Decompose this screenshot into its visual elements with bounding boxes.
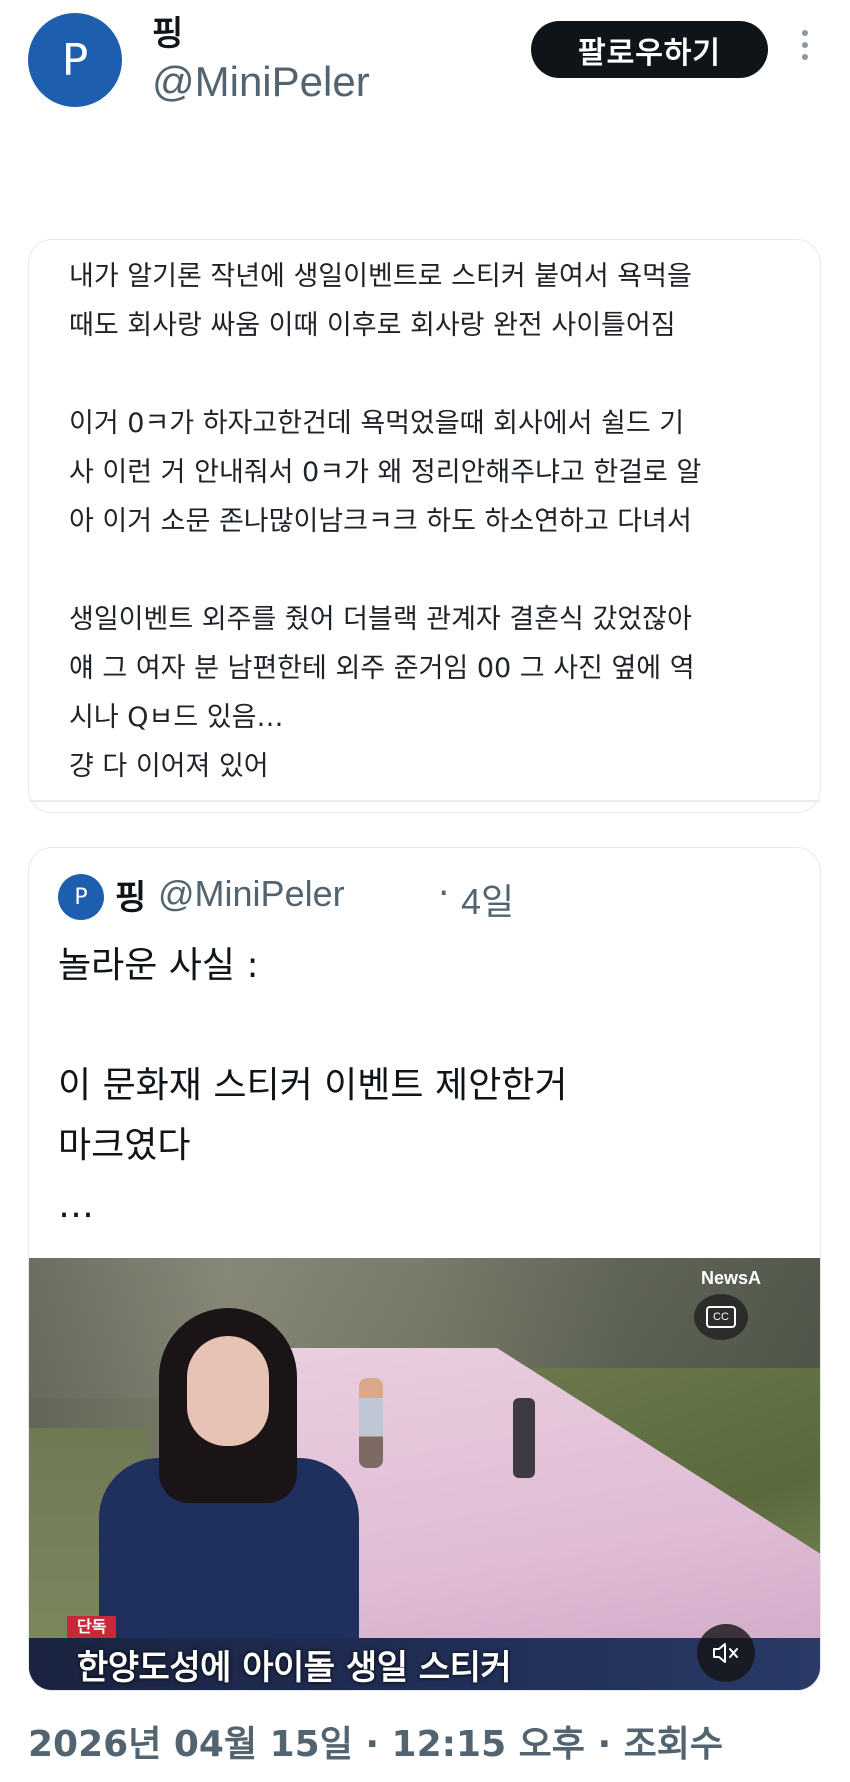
- news-anchor-face: [187, 1336, 269, 1446]
- news-channel-logo: NewsA: [701, 1268, 762, 1288]
- text-line: 때도 회사랑 싸움 이때 이후로 회사랑 완전 사이틀어짐: [69, 310, 676, 341]
- text-line: 시나 Qㅂ드 있음…: [69, 702, 284, 733]
- chyron-tag: 단독: [67, 1616, 117, 1638]
- quoted-text-line: 놀라운 사실 :: [58, 945, 259, 986]
- quoted-text-line: …: [58, 1185, 94, 1226]
- text-image-content: 내가 알기론 작년에 생일이벤트로 스티커 붙여서 욕먹을 때도 회사랑 싸움 …: [69, 252, 789, 791]
- quoted-tweet[interactable]: P 핑 @MiniPeler · 4일 놀라운 사실 : 이 문화재 스티커 이…: [28, 847, 821, 1691]
- text-line: 사 이런 거 안내줘서 0ㅋ가 왜 정리안해주냐고 한걸로 알: [69, 457, 702, 488]
- chyron-headline: 한양도성에 아이돌 생일 스티커: [77, 1648, 512, 1688]
- text-line: 이거 0ㅋ가 하자고한건데 욕먹었을때 회사에서 쉴드 기: [69, 408, 685, 439]
- avatar[interactable]: P: [28, 13, 122, 107]
- tweet-timestamp: 2026년 04월 15일 · 12:15 오후 · 조회수: [28, 1724, 724, 1765]
- speaker-muted-icon: [713, 1643, 738, 1663]
- text-image-card[interactable]: 내가 알기론 작년에 생일이벤트로 스티커 붙여서 욕먹을 때도 회사랑 싸움 …: [28, 239, 821, 813]
- quoted-text-line: 이 문화재 스티커 이벤트 제안한거: [58, 1065, 568, 1106]
- quoted-text: 놀라운 사실 : 이 문화재 스티커 이벤트 제안한거 마크였다 …: [58, 936, 778, 1236]
- video-figure: [513, 1398, 535, 1478]
- tweet-header: P 핑 @MiniPeler 팔로우하기: [0, 0, 850, 120]
- quoted-handle: @MiniPeler: [158, 873, 345, 914]
- text-line: 내가 알기론 작년에 생일이벤트로 스티커 붙여서 욕먹을: [69, 261, 692, 292]
- captions-button[interactable]: CC: [694, 1294, 748, 1340]
- divider: [29, 800, 820, 802]
- text-line: 걍 다 이어져 있어: [69, 751, 269, 782]
- text-line: 얘 그 여자 분 남편한테 외주 준거임 00 그 사진 옆에 역: [69, 653, 695, 684]
- cc-icon: CC: [706, 1306, 736, 1328]
- video-player[interactable]: NewsA CC 단독 한양도성에 아이돌 생일 스티커: [29, 1258, 820, 1690]
- quoted-text-line: 마크였다: [58, 1125, 191, 1166]
- separator-dot: ·: [438, 873, 450, 914]
- display-name[interactable]: 핑: [152, 6, 183, 55]
- follow-button[interactable]: 팔로우하기: [531, 21, 768, 78]
- quoted-display-name: 핑: [115, 878, 147, 918]
- text-line: 생일이벤트 외주를 줬어 더블랙 관계자 결혼식 갔었잖아: [69, 604, 692, 635]
- user-handle[interactable]: @MiniPeler: [152, 58, 370, 106]
- quoted-time: 4일: [461, 881, 515, 922]
- text-line: 아 이거 소문 존나많이남크ㅋ크 하도 하소연하고 다녀서: [69, 506, 692, 537]
- more-options-icon[interactable]: [795, 30, 815, 70]
- quoted-avatar: P: [58, 874, 104, 920]
- mute-button[interactable]: [697, 1624, 755, 1682]
- video-figure: [359, 1378, 383, 1468]
